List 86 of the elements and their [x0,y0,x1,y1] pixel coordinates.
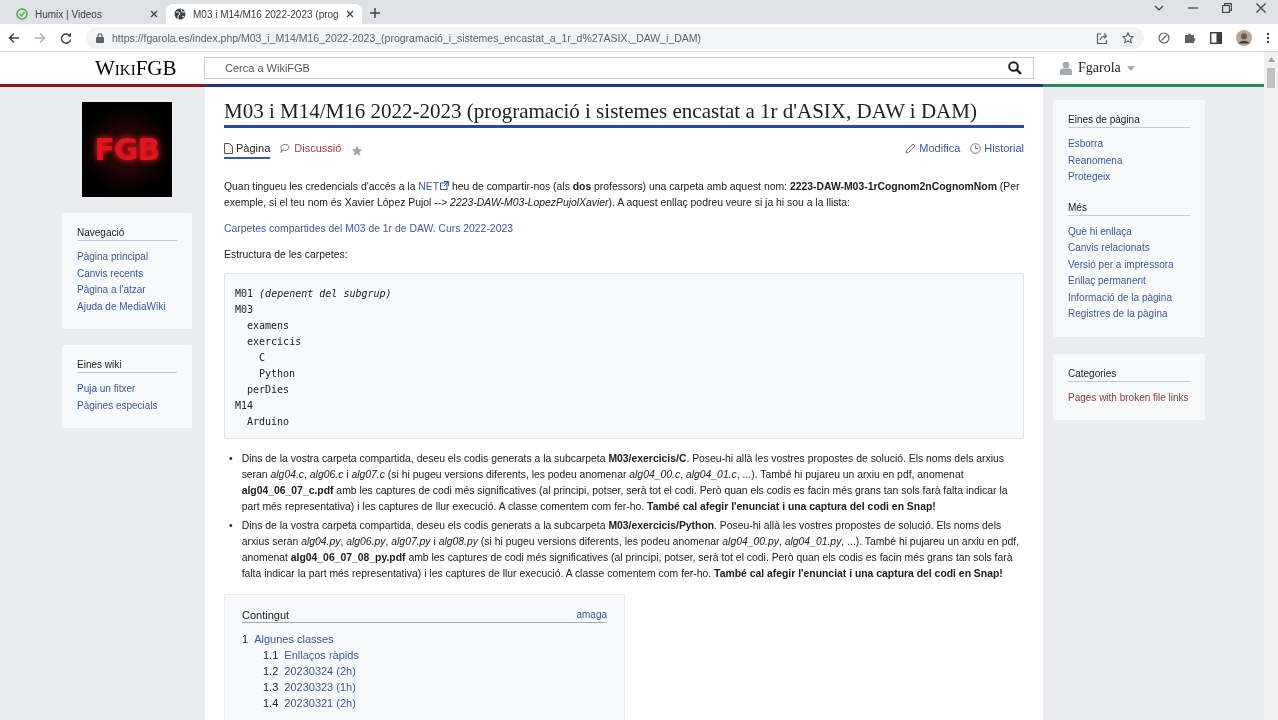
reload-icon[interactable] [60,31,72,44]
sidebar-link[interactable]: Pàgina a l'atzar [77,282,177,299]
close-icon[interactable] [1256,3,1266,13]
toc-link[interactable]: 1.3 20230323 (1h) [263,679,356,695]
toc-title: Contingut [242,609,290,621]
forward-icon [34,31,46,44]
back-icon[interactable] [8,31,20,44]
puzzle-icon[interactable] [1184,31,1196,44]
code-line: M03 [235,303,254,317]
pencil-icon [905,142,917,154]
globe-icon [174,8,186,20]
list-item-text: Dins de la vostra carpeta compartida, deseu els codis generats a la subcarpeta M03/exercicis/C. Poseu-hi allà les vostres propostes de solució. Els noms dels arxius seran alg04.c, alg06.c i alg07.c (si hi pugeu versions diferents, les podeu anomenar alg04_00.c, alg04_01.c, ...). També hi pujareu un arxiu en pdf, anomenat alg04_06_07_c.pdf amb les captures de codi més significatives (al principi, potser, serà tot el codi. Però quan els codis es facin més grans tan sols farà falta indicar la part més representativa) i les captures de llur execució. A classe comentem com fer-ho. També cal afegir l'enunciat i una captura del codi en Snap! [241,452,1009,514]
list-item-text: Dins de la vostra carpeta compartida, deseu els codis generats a la subcarpeta M03/exercicis/Python. Poseu-hi allà les vostres propostes de solució. Els noms dels arxius seran alg04.py, alg06.py, alg07.py i alg08.py (si hi pugeu versions diferents, les podeu anomenar alg04_00.py, alg04_01.py, ...). També hi pujareu un arxiu en pdf, anomenat alg04_06_07_08_py.pdf amb les captures de codi més significatives (al principi, potser, serà tot el codi. Però quan els codis es facin més grans tan sols farà falta indicar la part més representativa) i les captures de llur execució. A classe comentem com fer-ho. També cal afegir l'enunciat i una captura del codi en Snap! [241,519,1021,581]
app-icon [16,8,28,20]
text-link[interactable]: NET [418,181,440,192]
chevron-down-icon[interactable] [1154,5,1164,11]
sidebar-link[interactable]: Informació de la pàgina [1068,289,1190,306]
page-tab[interactable]: Discussió [280,142,342,159]
address-bar[interactable]: https://fgarola.es/index.php/M03_i_M14/M16_2022-2023_(programació_i_sistemes_encastat_a_1r_d%27ASIX,_DAW_i_DAM) [86,26,1144,49]
sidebar-link[interactable]: Pàgines especials [77,397,177,414]
panel-heading: Eines wiki [77,359,177,373]
extension-icon[interactable] [1158,31,1170,44]
new-tab-icon[interactable] [369,8,380,18]
user-icon [1060,61,1072,75]
search-icon[interactable] [1008,61,1022,75]
sidebar-link[interactable]: Enllaç permanent [1068,273,1190,290]
lock-icon [96,32,104,43]
bullet-mark: • [229,452,233,466]
browser-tab[interactable]: Humix | Videos [8,4,166,24]
star-icon[interactable] [351,144,364,157]
toc-link[interactable]: 1.4 20230321 (2h) [263,695,356,711]
user-menu[interactable]: Fgarola [1060,60,1135,76]
page-action[interactable]: Historial [970,142,1024,159]
sidebar-link[interactable]: Puja un fitxer [77,381,177,398]
page-icon [224,142,233,154]
panel-heading: Categories [1068,367,1190,382]
page-action[interactable]: Modifica [905,142,961,159]
close-icon[interactable] [345,10,354,18]
sidebar-link[interactable]: Què hi enllaça [1068,223,1190,240]
restore-icon[interactable] [1222,3,1232,13]
panel-heading: Eines de pàgina [1068,114,1190,128]
side-panel-icon[interactable] [1210,31,1222,44]
more-icon[interactable] [1266,31,1270,44]
search-field[interactable]: Cerca a WikiFGB [204,57,1034,79]
sidebar-link[interactable]: Registres de la pàgina [1068,306,1190,323]
avatar-icon[interactable] [1236,29,1252,46]
paragraph: Estructura de les carpetes: [224,248,349,262]
chat-icon [280,143,292,153]
scrollbar-thumb[interactable] [1267,68,1275,88]
clock-icon [970,142,982,154]
scrollbar[interactable] [1264,52,1278,720]
sidebar-link[interactable]: Pages with broken file links [1068,389,1190,406]
bullet-mark: • [229,519,233,533]
code-line: examens [247,319,290,333]
sidebar-link[interactable]: Pàgina principal [77,249,177,266]
panel-heading: Més [1068,201,1190,216]
page-title: M03 i M14/M16 2022-2023 (programació i sistemes encastat a 1r d'ASIX, DAW i DAM) [224,99,1024,128]
sidebar-link[interactable]: Canvis relacionats [1068,240,1190,257]
sidebar-link[interactable]: Ajuda de MediaWiki [77,298,177,315]
code-line: Arduino [247,415,290,429]
toc-link[interactable]: 1.1 Enllaços ràpids [263,647,359,663]
browser-tab[interactable]: M03 i M14/M16 2022-2023 (prog [166,4,362,24]
page-tab[interactable]: Pàgina [224,142,271,159]
sidebar-link[interactable]: Canvis recents [77,265,177,282]
code-line: Python [259,367,296,381]
share-icon[interactable] [1096,31,1108,44]
star-icon[interactable] [1122,31,1134,44]
sidebar-link[interactable]: Protegeix [1068,169,1190,186]
code-line: M14 [235,399,254,413]
code-line: C [259,351,266,365]
hide-link[interactable]: amaga [576,609,607,621]
caret-icon [1126,65,1135,71]
text-link[interactable]: Carpetes compartides del M03 de 1r de DAW. Curs 2022-2023 [224,223,513,234]
panel-heading: Navegació [77,227,177,241]
code-line: perDies [247,383,290,397]
site-wordmark[interactable]: WikiFGB [95,55,204,81]
code-line: M01 (depenent del subgrup) [235,287,392,301]
sidebar-link[interactable]: Reanomena [1068,152,1190,169]
close-icon[interactable] [150,10,158,18]
toc-link[interactable]: 1.2 20230324 (2h) [263,663,356,679]
code-line: exercicis [247,335,302,349]
sidebar-link[interactable]: Esborra [1068,136,1190,153]
toc-link[interactable]: 1 Algunes classes [242,631,334,647]
sidebar-link[interactable]: Versió per a impressora [1068,256,1190,273]
paragraph: Quan tingueu les credencials d'accés a la NET heu de compartir-nos (als dos professors) una carpeta amb aquest nom: 2223-DAW-M03-1rCognom2nCognomNom (Per exemple, si el teu nom és Xavier López Pujol --> 2223-DAW-M03-LopezPujolXavier). A aquest enllaç podreu veure si ja hi sou a la llista: [224,180,1021,210]
site-logo[interactable]: FGB [82,102,172,197]
